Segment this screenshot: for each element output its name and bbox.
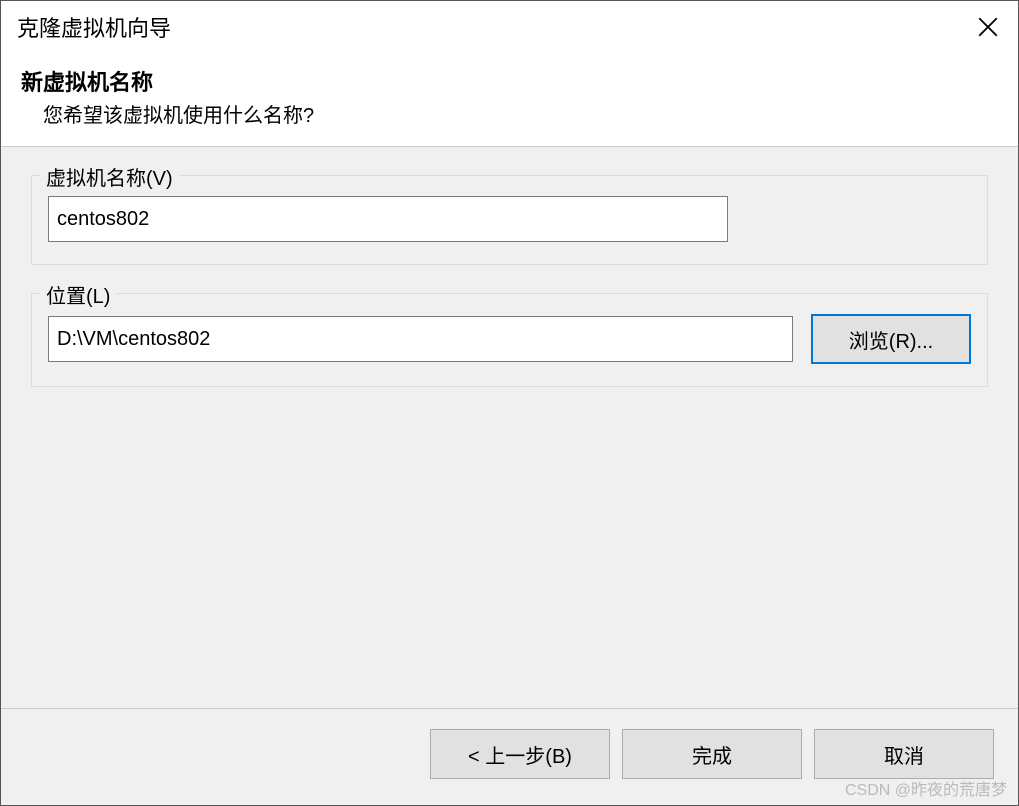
close-icon bbox=[978, 17, 998, 37]
vm-location-row: 浏览(R)... bbox=[48, 314, 971, 364]
wizard-step-subtitle: 您希望该虚拟机使用什么名称? bbox=[21, 99, 998, 128]
clone-vm-wizard-dialog: 克隆虚拟机向导 新虚拟机名称 您希望该虚拟机使用什么名称? 虚拟机名称(V) 位… bbox=[0, 0, 1019, 806]
vm-location-input[interactable] bbox=[48, 316, 793, 362]
vm-name-label: 虚拟机名称(V) bbox=[40, 162, 179, 191]
vm-location-label: 位置(L) bbox=[40, 280, 116, 309]
close-button[interactable] bbox=[958, 1, 1018, 53]
wizard-footer: < 上一步(B) 完成 取消 bbox=[1, 708, 1018, 805]
vm-name-group: 虚拟机名称(V) bbox=[31, 175, 988, 265]
finish-button[interactable]: 完成 bbox=[622, 729, 802, 779]
wizard-step-title: 新虚拟机名称 bbox=[21, 65, 998, 97]
dialog-title: 克隆虚拟机向导 bbox=[17, 11, 171, 43]
back-button[interactable]: < 上一步(B) bbox=[430, 729, 610, 779]
cancel-button[interactable]: 取消 bbox=[814, 729, 994, 779]
vm-location-group: 位置(L) 浏览(R)... bbox=[31, 293, 988, 387]
wizard-header: 新虚拟机名称 您希望该虚拟机使用什么名称? bbox=[1, 53, 1018, 147]
titlebar: 克隆虚拟机向导 bbox=[1, 1, 1018, 53]
vm-name-input[interactable] bbox=[48, 196, 728, 242]
wizard-content: 虚拟机名称(V) 位置(L) 浏览(R)... bbox=[1, 147, 1018, 708]
browse-button[interactable]: 浏览(R)... bbox=[811, 314, 971, 364]
